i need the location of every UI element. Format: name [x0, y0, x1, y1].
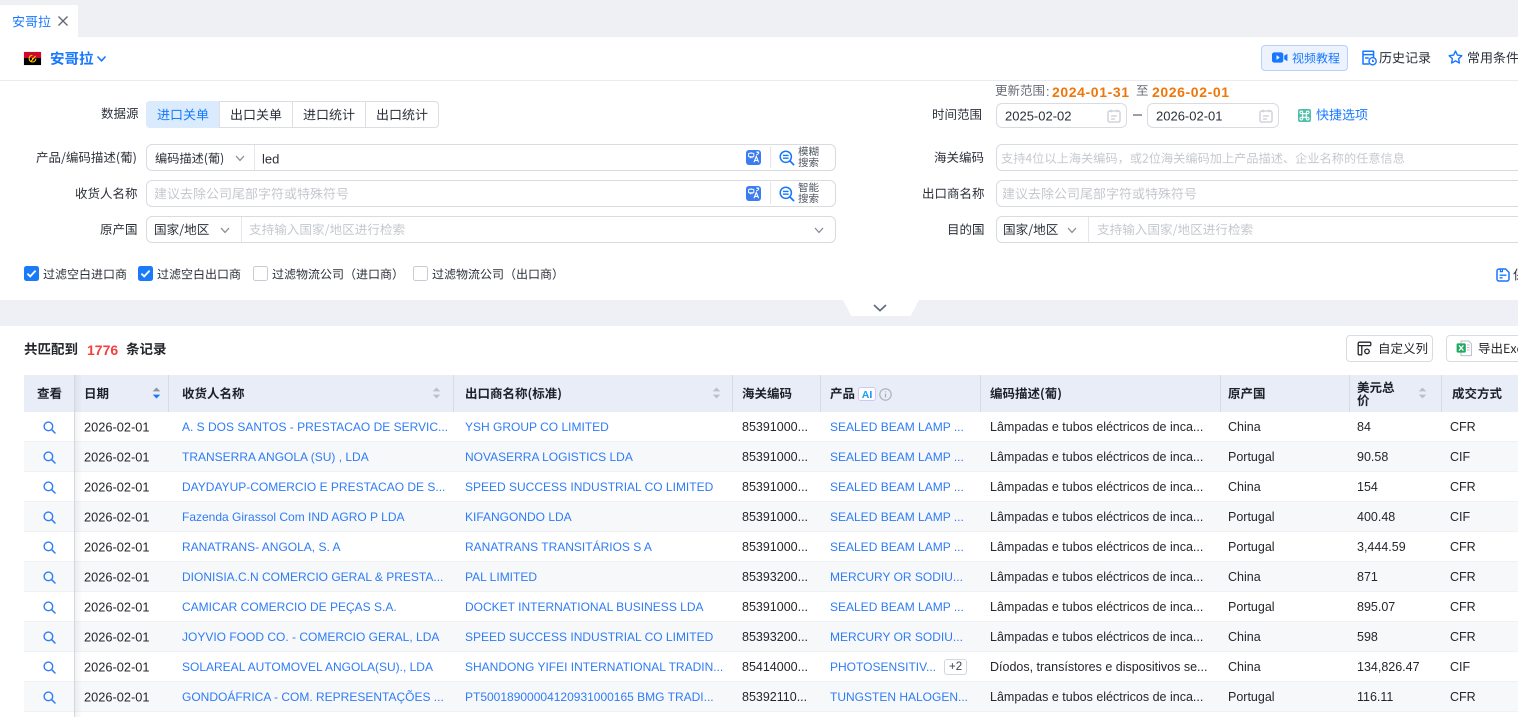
svg-text:AI: AI — [862, 389, 873, 401]
